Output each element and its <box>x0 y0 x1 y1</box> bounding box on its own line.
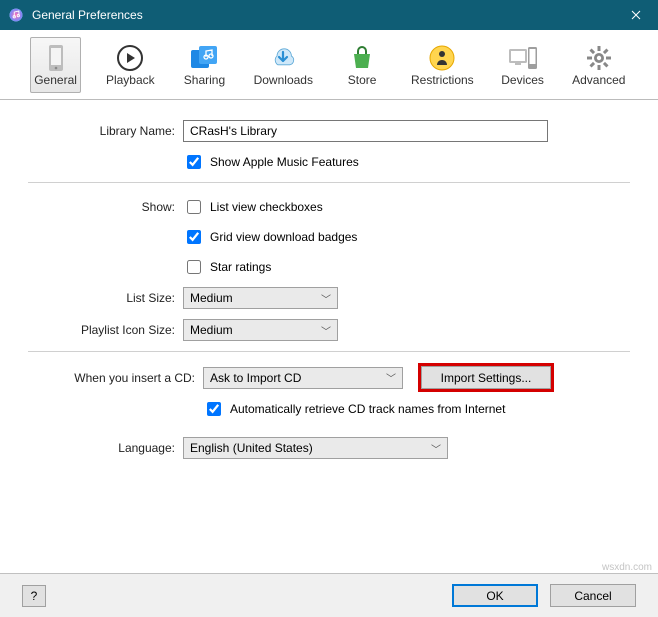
language-select[interactable]: English (United States) ﹀ <box>183 437 448 459</box>
close-button[interactable] <box>614 0 658 30</box>
play-icon <box>115 43 145 73</box>
tab-sharing[interactable]: Sharing <box>179 37 229 93</box>
language-label: Language: <box>28 441 183 455</box>
language-value: English (United States) <box>190 441 313 455</box>
library-name-label: Library Name: <box>28 124 183 138</box>
tab-playback[interactable]: Playback <box>103 37 157 93</box>
watermark: wsxdn.com <box>602 562 652 573</box>
list-view-checkboxes-checkbox[interactable] <box>187 200 201 214</box>
divider <box>28 351 630 352</box>
chevron-down-icon: ﹀ <box>321 323 331 338</box>
title-bar: General Preferences <box>0 0 658 30</box>
playlist-icon-size-value: Medium <box>190 323 233 337</box>
chevron-down-icon: ﹀ <box>321 291 331 306</box>
tab-label: Devices <box>501 73 544 87</box>
bottom-bar: ? OK Cancel <box>0 573 658 617</box>
gear-icon <box>584 43 614 73</box>
tab-restrictions[interactable]: Restrictions <box>409 37 476 93</box>
list-view-checkboxes-label: List view checkboxes <box>210 200 323 214</box>
ok-button[interactable]: OK <box>452 584 538 607</box>
list-size-select[interactable]: Medium ﹀ <box>183 287 338 309</box>
auto-retrieve-label: Automatically retrieve CD track names fr… <box>230 402 505 416</box>
star-ratings-label: Star ratings <box>210 260 271 274</box>
import-settings-button[interactable]: Import Settings... <box>421 366 551 389</box>
download-icon <box>268 43 298 73</box>
tab-label: General <box>34 73 77 87</box>
library-name-input[interactable] <box>183 120 548 142</box>
tab-label: Playback <box>106 73 155 87</box>
store-icon <box>347 43 377 73</box>
sharing-icon <box>189 43 219 73</box>
app-icon <box>8 7 24 23</box>
restrictions-icon <box>427 43 457 73</box>
grid-view-badges-checkbox[interactable] <box>187 230 201 244</box>
phone-icon <box>41 43 71 73</box>
content-panel: Library Name: Show Apple Music Features … <box>0 100 658 479</box>
star-ratings-checkbox[interactable] <box>187 260 201 274</box>
tab-label: Sharing <box>184 73 225 87</box>
tab-label: Advanced <box>572 73 625 87</box>
divider <box>28 182 630 183</box>
playlist-icon-size-label: Playlist Icon Size: <box>28 323 183 337</box>
window-title: General Preferences <box>32 8 614 22</box>
tab-store[interactable]: Store <box>337 37 387 93</box>
tab-devices[interactable]: Devices <box>498 37 548 93</box>
tab-advanced[interactable]: Advanced <box>570 37 628 93</box>
insert-cd-select[interactable]: Ask to Import CD ﹀ <box>203 367 403 389</box>
devices-icon <box>508 43 538 73</box>
show-apple-music-checkbox[interactable] <box>187 155 201 169</box>
help-button[interactable]: ? <box>22 585 46 607</box>
tab-label: Downloads <box>254 73 313 87</box>
chevron-down-icon: ﹀ <box>431 441 441 456</box>
tab-label: Store <box>348 73 377 87</box>
show-label: Show: <box>28 200 183 214</box>
list-size-value: Medium <box>190 291 233 305</box>
tab-label: Restrictions <box>411 73 474 87</box>
insert-cd-label: When you insert a CD: <box>28 371 203 385</box>
list-size-label: List Size: <box>28 291 183 305</box>
show-apple-music-label: Show Apple Music Features <box>210 155 359 169</box>
tab-general[interactable]: General <box>30 37 81 93</box>
auto-retrieve-checkbox[interactable] <box>207 402 221 416</box>
toolbar: General Playback Sharing Downloads Store… <box>0 30 658 100</box>
cancel-button[interactable]: Cancel <box>550 584 636 607</box>
chevron-down-icon: ﹀ <box>386 370 396 385</box>
tab-downloads[interactable]: Downloads <box>251 37 315 93</box>
insert-cd-value: Ask to Import CD <box>210 371 301 385</box>
playlist-icon-size-select[interactable]: Medium ﹀ <box>183 319 338 341</box>
grid-view-badges-label: Grid view download badges <box>210 230 357 244</box>
